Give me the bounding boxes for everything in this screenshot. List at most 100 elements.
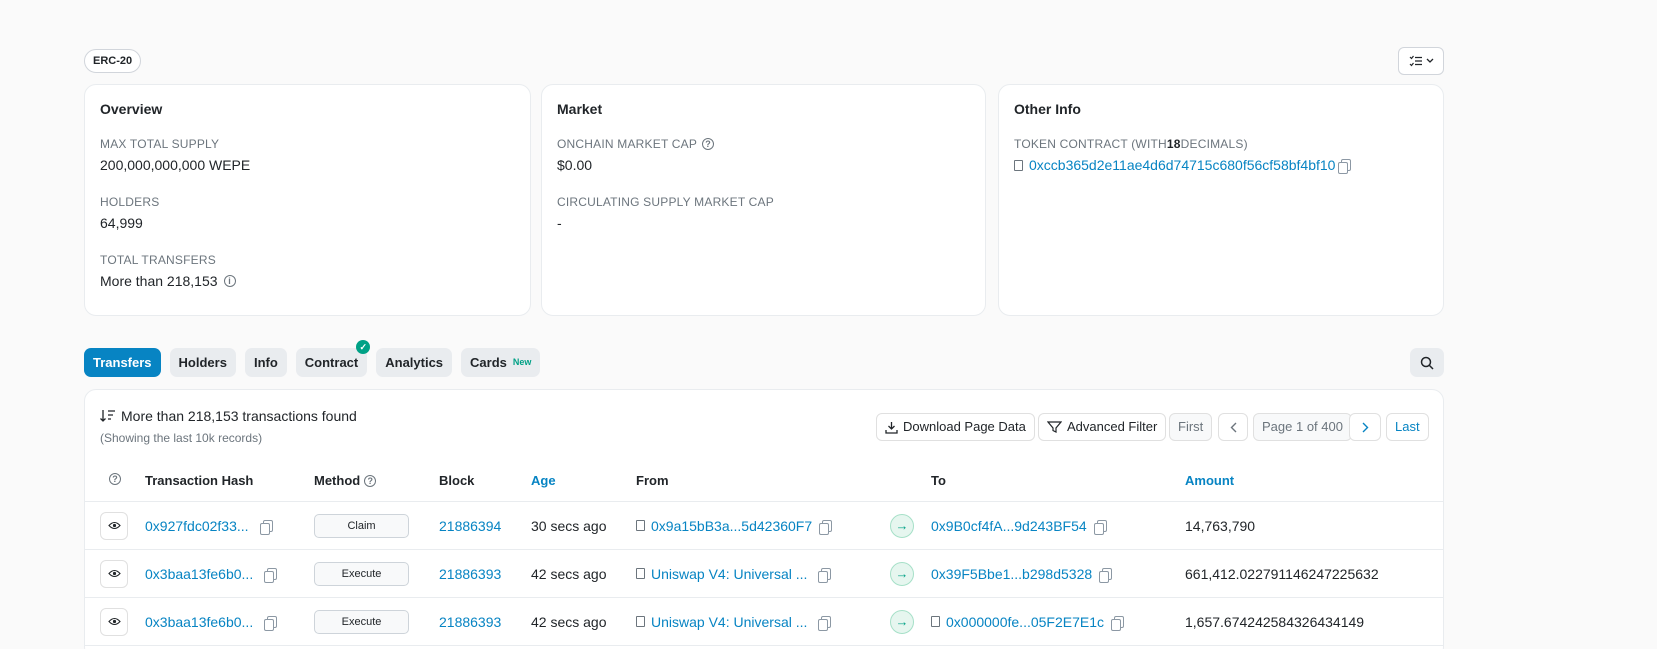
tab-contract[interactable]: Contract ✓ [295, 340, 371, 377]
market-title: Market [557, 101, 603, 117]
max-supply-value: 200,000,000,000 WEPE [100, 157, 251, 173]
copy-icon[interactable] [1099, 567, 1113, 583]
filter-label: Advanced Filter [1067, 419, 1158, 434]
view-details-button[interactable] [100, 559, 128, 588]
contract-address-link[interactable]: 0xccb365d2e11ae4d6d74715c680f56cf58bf4bf… [1029, 157, 1335, 173]
new-badge: New [512, 357, 532, 367]
download-icon [885, 421, 898, 434]
copy-icon[interactable] [264, 567, 278, 583]
tab-cards[interactable]: Cards New [461, 348, 541, 377]
showing-text: (Showing the last 10k records) [100, 431, 263, 445]
token-standard-badge: ERC-20 [84, 49, 142, 73]
block-link[interactable]: 21886393 [439, 614, 501, 630]
tab-holders[interactable]: Holders [169, 348, 236, 377]
view-details-button[interactable] [100, 511, 128, 540]
header-method-label: Method [314, 473, 361, 488]
holders-label: HOLDERS [100, 195, 160, 209]
tab-transfers[interactable]: Transfers [84, 348, 161, 377]
copy-icon[interactable] [1338, 159, 1352, 174]
to-address-link[interactable]: 0x39F5Bbe1...b298d5328 [931, 566, 1092, 582]
contract-label-prefix: TOKEN CONTRACT (WITH [1014, 137, 1167, 151]
tx-hash-link[interactable]: 0x3baa13fe6b0... [145, 614, 253, 630]
to-address-link[interactable]: 0x9B0cf4fA...9d243BF54 [931, 518, 1087, 534]
eye-icon [107, 521, 121, 530]
arrow-right-icon: → [890, 513, 914, 538]
tab-contract-label: Contract [304, 355, 359, 370]
max-supply-label: MAX TOTAL SUPPLY [100, 137, 220, 151]
search-icon [1420, 356, 1434, 370]
contract-label-suffix: DECIMALS) [1180, 137, 1248, 151]
header-from: From [636, 473, 669, 488]
method-badge: Execute [314, 561, 409, 586]
method-help-icon[interactable]: ? [364, 474, 377, 487]
header-amount[interactable]: Amount [1185, 473, 1234, 488]
onchain-cap-value: $0.00 [557, 157, 593, 173]
overview-card: Overview MAX TOTAL SUPPLY 200,000,000,00… [84, 84, 531, 316]
copy-icon[interactable] [259, 519, 273, 535]
transfers-value: More than 218,153 [100, 273, 218, 289]
view-options-button[interactable] [1398, 47, 1444, 75]
chevron-down-icon [1426, 58, 1433, 63]
download-button[interactable]: Download Page Data [876, 413, 1035, 441]
copy-icon[interactable] [818, 615, 832, 631]
found-text: More than 218,153 transactions found [121, 408, 357, 424]
view-details-button[interactable] [100, 607, 128, 636]
tab-cards-label: Cards [470, 355, 507, 370]
table-row: 0x3baa13fe6b0... Execute 21886393 42 sec… [85, 550, 1443, 598]
chevron-left-icon [1230, 422, 1236, 432]
block-link[interactable]: 21886393 [439, 566, 501, 582]
copy-icon[interactable] [819, 519, 833, 535]
next-page-button[interactable] [1349, 413, 1381, 441]
other-info-card: Other Info TOKEN CONTRACT (WITH 18 DECIM… [998, 84, 1444, 316]
arrow-right-icon: → [890, 561, 914, 586]
header-method: Method ? [314, 473, 377, 488]
filter-icon [1047, 421, 1062, 433]
tx-hash-link[interactable]: 0x3baa13fe6b0... [145, 566, 253, 582]
copy-icon[interactable] [1111, 615, 1125, 631]
onchain-cap-row: ONCHAIN MARKET CAP ? [557, 137, 970, 151]
contract-decimals: 18 [1166, 137, 1181, 151]
copy-icon[interactable] [264, 615, 278, 631]
method-badge: Claim [314, 513, 409, 538]
chevron-right-icon [1362, 422, 1368, 432]
help-icon[interactable]: ? [702, 138, 715, 150]
search-button[interactable] [1410, 348, 1444, 377]
header-age[interactable]: Age [531, 473, 556, 488]
overview-title: Overview [100, 101, 163, 117]
info-icon[interactable]: i [223, 275, 236, 287]
advanced-filter-button[interactable]: Advanced Filter [1038, 413, 1167, 441]
age-text: 42 secs ago [531, 565, 607, 582]
last-page-button[interactable]: Last [1386, 413, 1429, 441]
prev-page-button[interactable] [1218, 413, 1248, 441]
copy-icon[interactable] [818, 567, 832, 583]
sort-icon [100, 410, 115, 422]
tab-analytics[interactable]: Analytics [376, 348, 453, 377]
table-header: ? Transaction Hash Method ? Block Age Fr… [85, 460, 1443, 502]
eye-icon [107, 617, 121, 626]
header-help-icon[interactable]: ? [109, 473, 121, 485]
tab-info[interactable]: Info [244, 348, 287, 377]
to-address-link[interactable]: 0x000000fe...05F2E7E1c [946, 614, 1104, 630]
age-text: 42 secs ago [531, 613, 607, 630]
checklist-icon [1409, 55, 1422, 67]
from-address-link[interactable]: Uniswap V4: Universal ... [651, 614, 807, 630]
contract-doc-icon [636, 520, 645, 531]
market-card: Market ONCHAIN MARKET CAP ? $0.00 CIRCUL… [541, 84, 986, 316]
age-text: 30 secs ago [531, 517, 607, 534]
copy-icon[interactable] [1093, 519, 1107, 535]
contract-doc-icon [636, 616, 645, 627]
block-link[interactable]: 21886394 [439, 518, 501, 534]
header-to: To [931, 473, 946, 488]
page-indicator: Page 1 of 400 [1253, 413, 1352, 441]
download-label: Download Page Data [903, 419, 1026, 434]
from-address-link[interactable]: 0x9a15bB3a...5d42360F7 [651, 518, 812, 534]
transfers-row: More than 218,153 i [100, 273, 515, 289]
tx-hash-link[interactable]: 0x927fdc02f33... [145, 518, 249, 534]
found-row: More than 218,153 transactions found [100, 408, 357, 424]
circ-cap-label: CIRCULATING SUPPLY MARKET CAP [557, 195, 774, 209]
contract-row: 0xccb365d2e11ae4d6d74715c680f56cf58bf4bf… [1014, 157, 1428, 174]
contract-label: TOKEN CONTRACT (WITH 18 DECIMALS) [1014, 137, 1428, 151]
first-page-button[interactable]: First [1169, 413, 1213, 441]
from-address-link[interactable]: Uniswap V4: Universal ... [651, 566, 807, 582]
holders-value: 64,999 [100, 215, 143, 231]
